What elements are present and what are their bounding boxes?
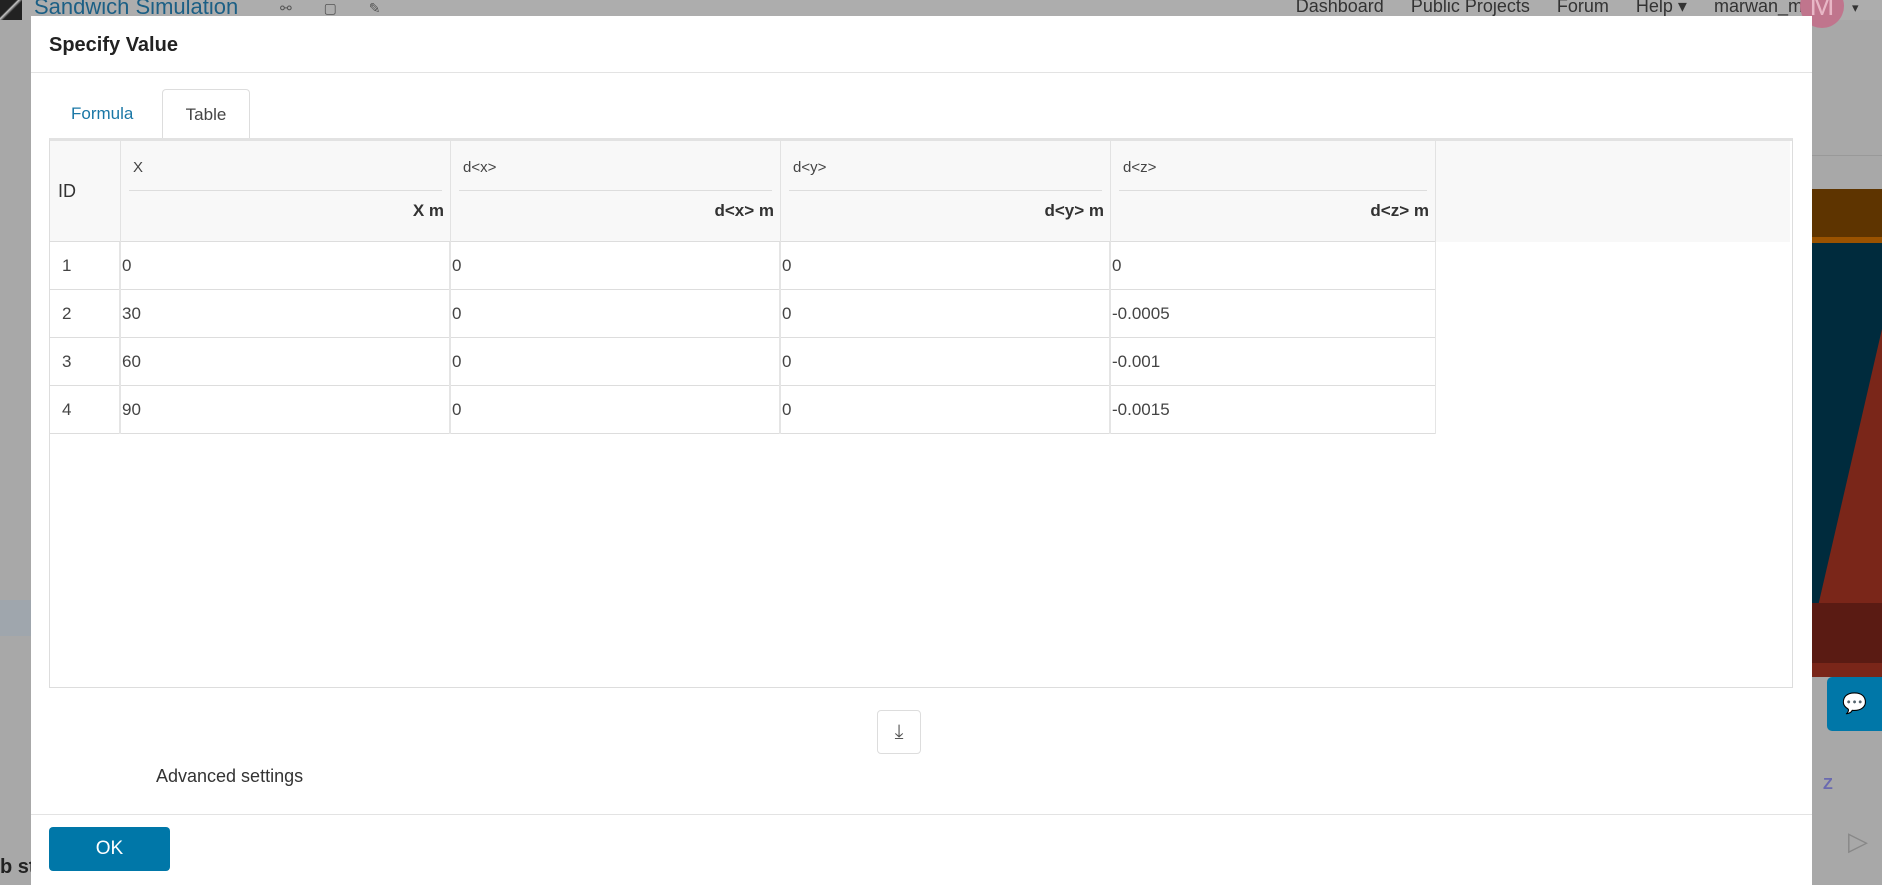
top-nav: Dashboard Public Projects Forum Help ▾ m… — [1296, 0, 1822, 17]
advanced-settings-toggle[interactable]: Advanced settings — [156, 766, 303, 787]
table-cell[interactable]: 60 — [120, 338, 450, 386]
nav-dashboard[interactable]: Dashboard — [1296, 0, 1384, 17]
row-id: 4 — [50, 386, 120, 434]
table-cell[interactable]: 0 — [120, 242, 450, 290]
table-cell[interactable]: -0.0005 — [1110, 290, 1436, 338]
background-panel — [0, 600, 31, 636]
table-cell[interactable]: -0.001 — [1110, 338, 1436, 386]
background-toolbar — [1812, 72, 1882, 156]
table-row: 3 60 0 0 -0.001 — [50, 338, 1436, 386]
table-cell[interactable]: 0 — [780, 242, 1110, 290]
axis-z-label: Z — [1823, 776, 1833, 793]
column-header-dy: d<y> d<y> m — [780, 141, 1110, 242]
table-cell[interactable]: 30 — [120, 290, 450, 338]
table-cell[interactable]: 0 — [780, 338, 1110, 386]
tab-formula[interactable]: Formula — [49, 89, 155, 139]
table-cell[interactable]: 0 — [450, 290, 780, 338]
table-cell[interactable]: 0 — [450, 338, 780, 386]
tab-table[interactable]: Table — [162, 89, 250, 140]
table-cell[interactable]: 0 — [450, 386, 780, 434]
column-header-dx: d<x> d<x> m — [450, 141, 780, 242]
chat-icon: 💬 — [1842, 693, 1867, 715]
table-row: 2 30 0 0 -0.0005 — [50, 290, 1436, 338]
ok-button[interactable]: OK — [49, 827, 170, 871]
nav-forum[interactable]: Forum — [1557, 0, 1609, 17]
app-logo — [0, 0, 22, 20]
id-header: ID — [58, 181, 76, 201]
column-header-dz: d<z> d<z> m — [1110, 141, 1436, 242]
table-cell[interactable]: 90 — [120, 386, 450, 434]
table-cell[interactable]: 0 — [780, 386, 1110, 434]
project-action-icons[interactable]: ⚯ ▢ ✎ — [280, 0, 394, 17]
chat-button[interactable]: 💬 — [1827, 677, 1882, 731]
divider — [31, 72, 1812, 73]
nav-public-projects[interactable]: Public Projects — [1411, 0, 1530, 17]
specify-value-dialog: Specify Value Formula Table ID X X m d<x… — [31, 16, 1812, 885]
table-cell[interactable]: 0 — [780, 290, 1110, 338]
download-button[interactable]: ⤓ — [877, 710, 921, 754]
3d-viewport[interactable] — [1812, 189, 1882, 677]
column-header-x: X X m — [120, 141, 450, 242]
table-cell[interactable]: 0 — [1110, 242, 1436, 290]
row-id: 3 — [50, 338, 120, 386]
divider — [31, 814, 1812, 815]
table-row: 4 90 0 0 -0.0015 — [50, 386, 1436, 434]
row-id: 2 — [50, 290, 120, 338]
dialog-title: Specify Value — [49, 34, 178, 56]
play-icon[interactable]: ▷ — [1848, 826, 1868, 857]
nav-help[interactable]: Help ▾ — [1636, 0, 1687, 17]
row-id: 1 — [50, 242, 120, 290]
table-row: 10000 — [50, 242, 1436, 290]
download-icon: ⤓ — [894, 721, 904, 743]
table-cell[interactable]: 0 — [450, 242, 780, 290]
table-header: ID X X m d<x> d<x> m d<y> d<y> m d<z> d<… — [50, 141, 1436, 242]
chevron-down-icon[interactable]: ▾ — [1852, 0, 1859, 16]
value-table: ID X X m d<x> d<x> m d<y> d<y> m d<z> d<… — [49, 138, 1793, 688]
table-cell[interactable]: -0.0015 — [1110, 386, 1436, 434]
